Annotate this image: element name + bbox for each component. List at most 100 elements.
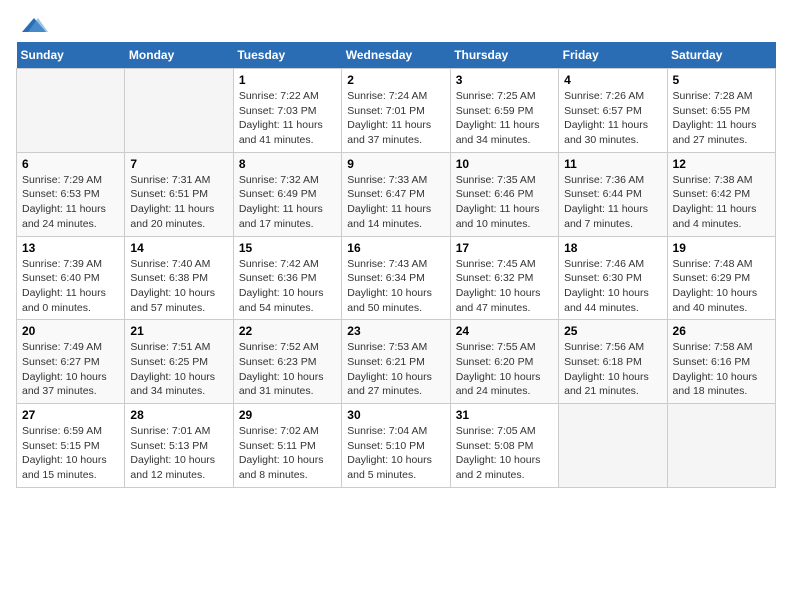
table-row: 14Sunrise: 7:40 AM Sunset: 6:38 PM Dayli… bbox=[125, 236, 233, 320]
table-row: 24 Sunrise: 7:55 AM Sunset: 6:20 PM Dayli… bbox=[450, 320, 558, 404]
table-row: 28Sunrise: 7:01 AM Sunset: 5:13 PM Dayli… bbox=[125, 404, 233, 488]
day-info: Sunrise: 7:31 AM Sunset: 6:51 PM Dayligh… bbox=[130, 174, 214, 230]
table-row: 1 Sunrise: 7:22 AM Sunset: 7:03 PM Daylig… bbox=[233, 69, 341, 153]
logo-icon bbox=[20, 16, 48, 34]
day-number: 7 bbox=[130, 157, 227, 171]
col-monday: Monday bbox=[125, 42, 233, 69]
day-number: 5 bbox=[673, 73, 770, 87]
day-info: Sunrise: 7:55 AM Sunset: 6:20 PM Dayligh… bbox=[456, 341, 541, 397]
day-number: 12 bbox=[673, 157, 770, 171]
col-thursday: Thursday bbox=[450, 42, 558, 69]
day-number: 2 bbox=[347, 73, 444, 87]
calendar-header-row: Sunday Monday Tuesday Wednesday Thursday… bbox=[17, 42, 776, 69]
day-number: 29 bbox=[239, 408, 336, 422]
day-number: 27 bbox=[22, 408, 119, 422]
day-number: 8 bbox=[239, 157, 336, 171]
table-row: 21 Sunrise: 7:51 AM Sunset: 6:25 PM Dayli… bbox=[125, 320, 233, 404]
table-row bbox=[559, 404, 667, 488]
day-number: 15 bbox=[239, 241, 336, 255]
table-row: 17 Sunrise: 7:45 AM Sunset: 6:32 PM Dayli… bbox=[450, 236, 558, 320]
table-row bbox=[125, 69, 233, 153]
day-number: 24 bbox=[456, 324, 553, 338]
table-row: 31 Sunrise: 7:05 AM Sunset: 5:08 PM Dayli… bbox=[450, 404, 558, 488]
table-row: 30 Sunrise: 7:04 AM Sunset: 5:10 PM Dayli… bbox=[342, 404, 450, 488]
day-info: Sunrise: 7:56 AM Sunset: 6:18 PM Dayligh… bbox=[564, 341, 649, 397]
day-info: Sunrise: 7:53 AM Sunset: 6:21 PM Dayligh… bbox=[347, 341, 432, 397]
col-saturday: Saturday bbox=[667, 42, 775, 69]
table-row: 4 Sunrise: 7:26 AM Sunset: 6:57 PM Daylig… bbox=[559, 69, 667, 153]
day-info: Sunrise: 7:43 AM Sunset: 6:34 PM Dayligh… bbox=[347, 258, 432, 314]
day-info: Sunrise: 7:33 AM Sunset: 6:47 PM Dayligh… bbox=[347, 174, 431, 230]
day-number: 10 bbox=[456, 157, 553, 171]
day-number: 30 bbox=[347, 408, 444, 422]
day-info: Sunrise: 7:49 AM Sunset: 6:27 PM Dayligh… bbox=[22, 341, 107, 397]
table-row: 10Sunrise: 7:35 AM Sunset: 6:46 PM Dayli… bbox=[450, 152, 558, 236]
day-info: Sunrise: 7:29 AM Sunset: 6:53 PM Dayligh… bbox=[22, 174, 106, 230]
day-info: Sunrise: 6:59 AM Sunset: 5:15 PM Dayligh… bbox=[22, 425, 107, 481]
table-row: 22 Sunrise: 7:52 AM Sunset: 6:23 PM Dayli… bbox=[233, 320, 341, 404]
table-row: 23 Sunrise: 7:53 AM Sunset: 6:21 PM Dayli… bbox=[342, 320, 450, 404]
table-row: 19 Sunrise: 7:48 AM Sunset: 6:29 PM Dayli… bbox=[667, 236, 775, 320]
day-info: Sunrise: 7:36 AM Sunset: 6:44 PM Dayligh… bbox=[564, 174, 648, 230]
table-row: 8 Sunrise: 7:32 AM Sunset: 6:49 PM Daylig… bbox=[233, 152, 341, 236]
day-info: Sunrise: 7:52 AM Sunset: 6:23 PM Dayligh… bbox=[239, 341, 324, 397]
col-sunday: Sunday bbox=[17, 42, 125, 69]
table-row: 25Sunrise: 7:56 AM Sunset: 6:18 PM Dayli… bbox=[559, 320, 667, 404]
day-number: 26 bbox=[673, 324, 770, 338]
col-wednesday: Wednesday bbox=[342, 42, 450, 69]
day-number: 4 bbox=[564, 73, 661, 87]
day-info: Sunrise: 7:51 AM Sunset: 6:25 PM Dayligh… bbox=[130, 341, 215, 397]
day-number: 19 bbox=[673, 241, 770, 255]
table-row: 2 Sunrise: 7:24 AM Sunset: 7:01 PM Daylig… bbox=[342, 69, 450, 153]
table-row: 7 Sunrise: 7:31 AM Sunset: 6:51 PM Daylig… bbox=[125, 152, 233, 236]
calendar-week-row: 13 Sunrise: 7:39 AM Sunset: 6:40 PM Dayli… bbox=[17, 236, 776, 320]
day-info: Sunrise: 7:32 AM Sunset: 6:49 PM Dayligh… bbox=[239, 174, 323, 230]
table-row: 20Sunrise: 7:49 AM Sunset: 6:27 PM Dayli… bbox=[17, 320, 125, 404]
day-info: Sunrise: 7:46 AM Sunset: 6:30 PM Dayligh… bbox=[564, 258, 649, 314]
col-tuesday: Tuesday bbox=[233, 42, 341, 69]
table-row: 16Sunrise: 7:43 AM Sunset: 6:34 PM Dayli… bbox=[342, 236, 450, 320]
table-row: 29Sunrise: 7:02 AM Sunset: 5:11 PM Dayli… bbox=[233, 404, 341, 488]
day-number: 23 bbox=[347, 324, 444, 338]
day-number: 1 bbox=[239, 73, 336, 87]
table-row bbox=[667, 404, 775, 488]
day-info: Sunrise: 7:58 AM Sunset: 6:16 PM Dayligh… bbox=[673, 341, 758, 397]
calendar-week-row: 1 Sunrise: 7:22 AM Sunset: 7:03 PM Daylig… bbox=[17, 69, 776, 153]
day-info: Sunrise: 7:45 AM Sunset: 6:32 PM Dayligh… bbox=[456, 258, 541, 314]
table-row: 13 Sunrise: 7:39 AM Sunset: 6:40 PM Dayli… bbox=[17, 236, 125, 320]
day-info: Sunrise: 7:48 AM Sunset: 6:29 PM Dayligh… bbox=[673, 258, 758, 314]
day-info: Sunrise: 7:24 AM Sunset: 7:01 PM Dayligh… bbox=[347, 90, 431, 146]
day-info: Sunrise: 7:40 AM Sunset: 6:38 PM Dayligh… bbox=[130, 258, 215, 314]
day-number: 21 bbox=[130, 324, 227, 338]
day-number: 11 bbox=[564, 157, 661, 171]
day-info: Sunrise: 7:39 AM Sunset: 6:40 PM Dayligh… bbox=[22, 258, 106, 314]
day-number: 6 bbox=[22, 157, 119, 171]
day-info: Sunrise: 7:05 AM Sunset: 5:08 PM Dayligh… bbox=[456, 425, 541, 481]
table-row: 26 Sunrise: 7:58 AM Sunset: 6:16 PM Dayli… bbox=[667, 320, 775, 404]
day-number: 18 bbox=[564, 241, 661, 255]
calendar-week-row: 27 Sunrise: 6:59 AM Sunset: 5:15 PM Dayli… bbox=[17, 404, 776, 488]
calendar-week-row: 6 Sunrise: 7:29 AM Sunset: 6:53 PM Daylig… bbox=[17, 152, 776, 236]
day-number: 3 bbox=[456, 73, 553, 87]
day-info: Sunrise: 7:01 AM Sunset: 5:13 PM Dayligh… bbox=[130, 425, 215, 481]
day-info: Sunrise: 7:28 AM Sunset: 6:55 PM Dayligh… bbox=[673, 90, 757, 146]
table-row: 3Sunrise: 7:25 AM Sunset: 6:59 PM Daylig… bbox=[450, 69, 558, 153]
day-info: Sunrise: 7:26 AM Sunset: 6:57 PM Dayligh… bbox=[564, 90, 648, 146]
day-number: 31 bbox=[456, 408, 553, 422]
day-info: Sunrise: 7:04 AM Sunset: 5:10 PM Dayligh… bbox=[347, 425, 432, 481]
table-row: 6 Sunrise: 7:29 AM Sunset: 6:53 PM Daylig… bbox=[17, 152, 125, 236]
day-number: 22 bbox=[239, 324, 336, 338]
calendar-table: Sunday Monday Tuesday Wednesday Thursday… bbox=[16, 42, 776, 488]
day-number: 9 bbox=[347, 157, 444, 171]
day-number: 13 bbox=[22, 241, 119, 255]
col-friday: Friday bbox=[559, 42, 667, 69]
calendar-week-row: 20Sunrise: 7:49 AM Sunset: 6:27 PM Dayli… bbox=[17, 320, 776, 404]
day-number: 17 bbox=[456, 241, 553, 255]
day-info: Sunrise: 7:42 AM Sunset: 6:36 PM Dayligh… bbox=[239, 258, 324, 314]
table-row: 27 Sunrise: 6:59 AM Sunset: 5:15 PM Dayli… bbox=[17, 404, 125, 488]
day-info: Sunrise: 7:38 AM Sunset: 6:42 PM Dayligh… bbox=[673, 174, 757, 230]
day-info: Sunrise: 7:22 AM Sunset: 7:03 PM Dayligh… bbox=[239, 90, 323, 146]
logo bbox=[16, 16, 48, 34]
table-row: 15 Sunrise: 7:42 AM Sunset: 6:36 PM Dayli… bbox=[233, 236, 341, 320]
page-header bbox=[16, 16, 776, 34]
